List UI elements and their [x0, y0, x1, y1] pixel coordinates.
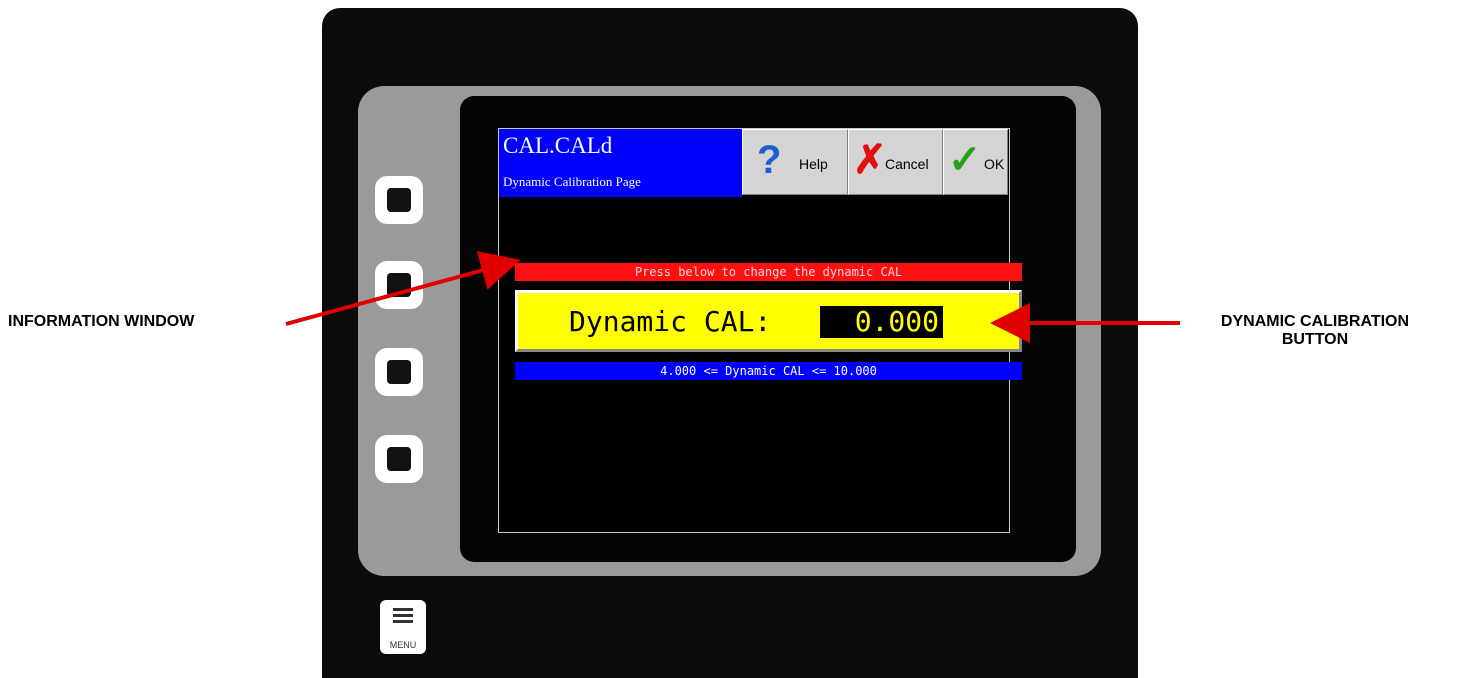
information-window-arrow	[285, 251, 521, 326]
callout-arrows	[285, 251, 1180, 343]
